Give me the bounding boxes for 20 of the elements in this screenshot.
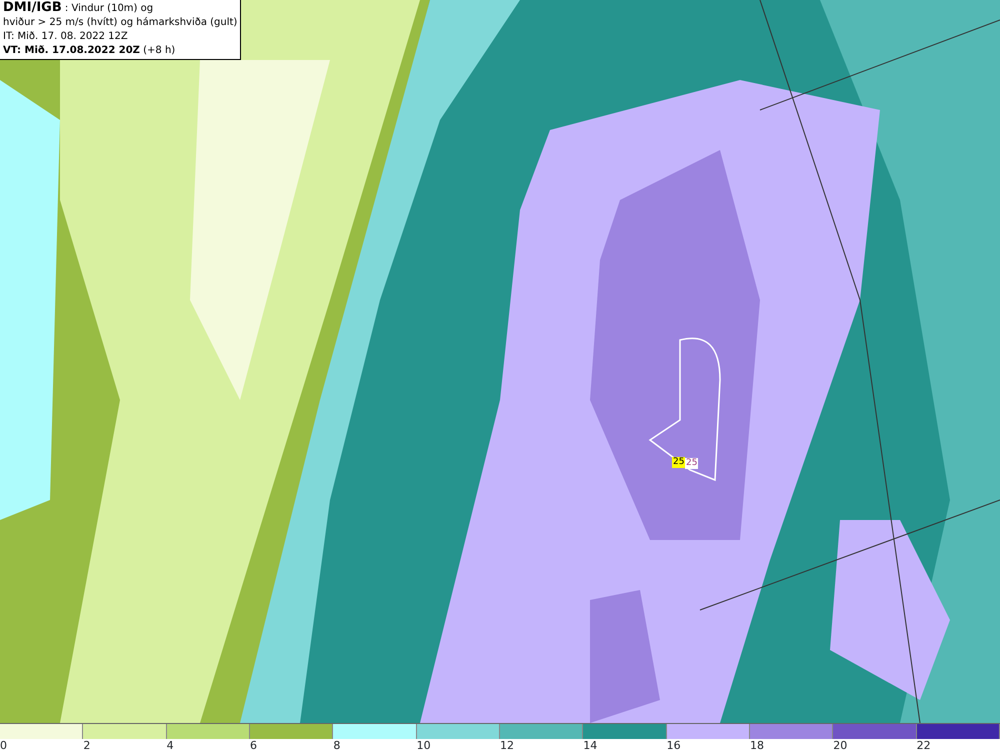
legend-tick-label: 22 (916, 739, 931, 752)
legend-tick-label: 12 (500, 739, 514, 752)
valid-time-text: VT: Mið. 17.08.2022 20Z (3, 45, 140, 56)
legend-tick-label: 6 (250, 739, 257, 752)
initial-time-text: IT: Mið. 17. 08. 2022 12Z (3, 30, 129, 44)
max-gust-label: 25 (672, 457, 686, 468)
legend-tick-label: 2 (83, 739, 90, 752)
legend-tick-label: 14 (583, 739, 598, 752)
legend-tick-label: 4 (166, 739, 174, 752)
legend-tick-label: 20 (833, 739, 848, 752)
legend-tick-label: 18 (750, 739, 764, 752)
lead-time-text: (+8 h) (143, 45, 176, 56)
source-label: DMI/IGB (3, 0, 62, 15)
legend-tick-label: 16 (666, 739, 681, 752)
legend-tick-label: 10 (416, 739, 431, 752)
subtitle-text: hviður > 25 m/s (hvítt) og hámarkshviða (gult) (3, 16, 238, 30)
title-text: : Vindur (10m) og (64, 3, 154, 14)
legend-tick-label: 0 (0, 739, 7, 752)
gust-label: 25 (685, 458, 698, 469)
legend-tick-label: 8 (333, 739, 340, 752)
